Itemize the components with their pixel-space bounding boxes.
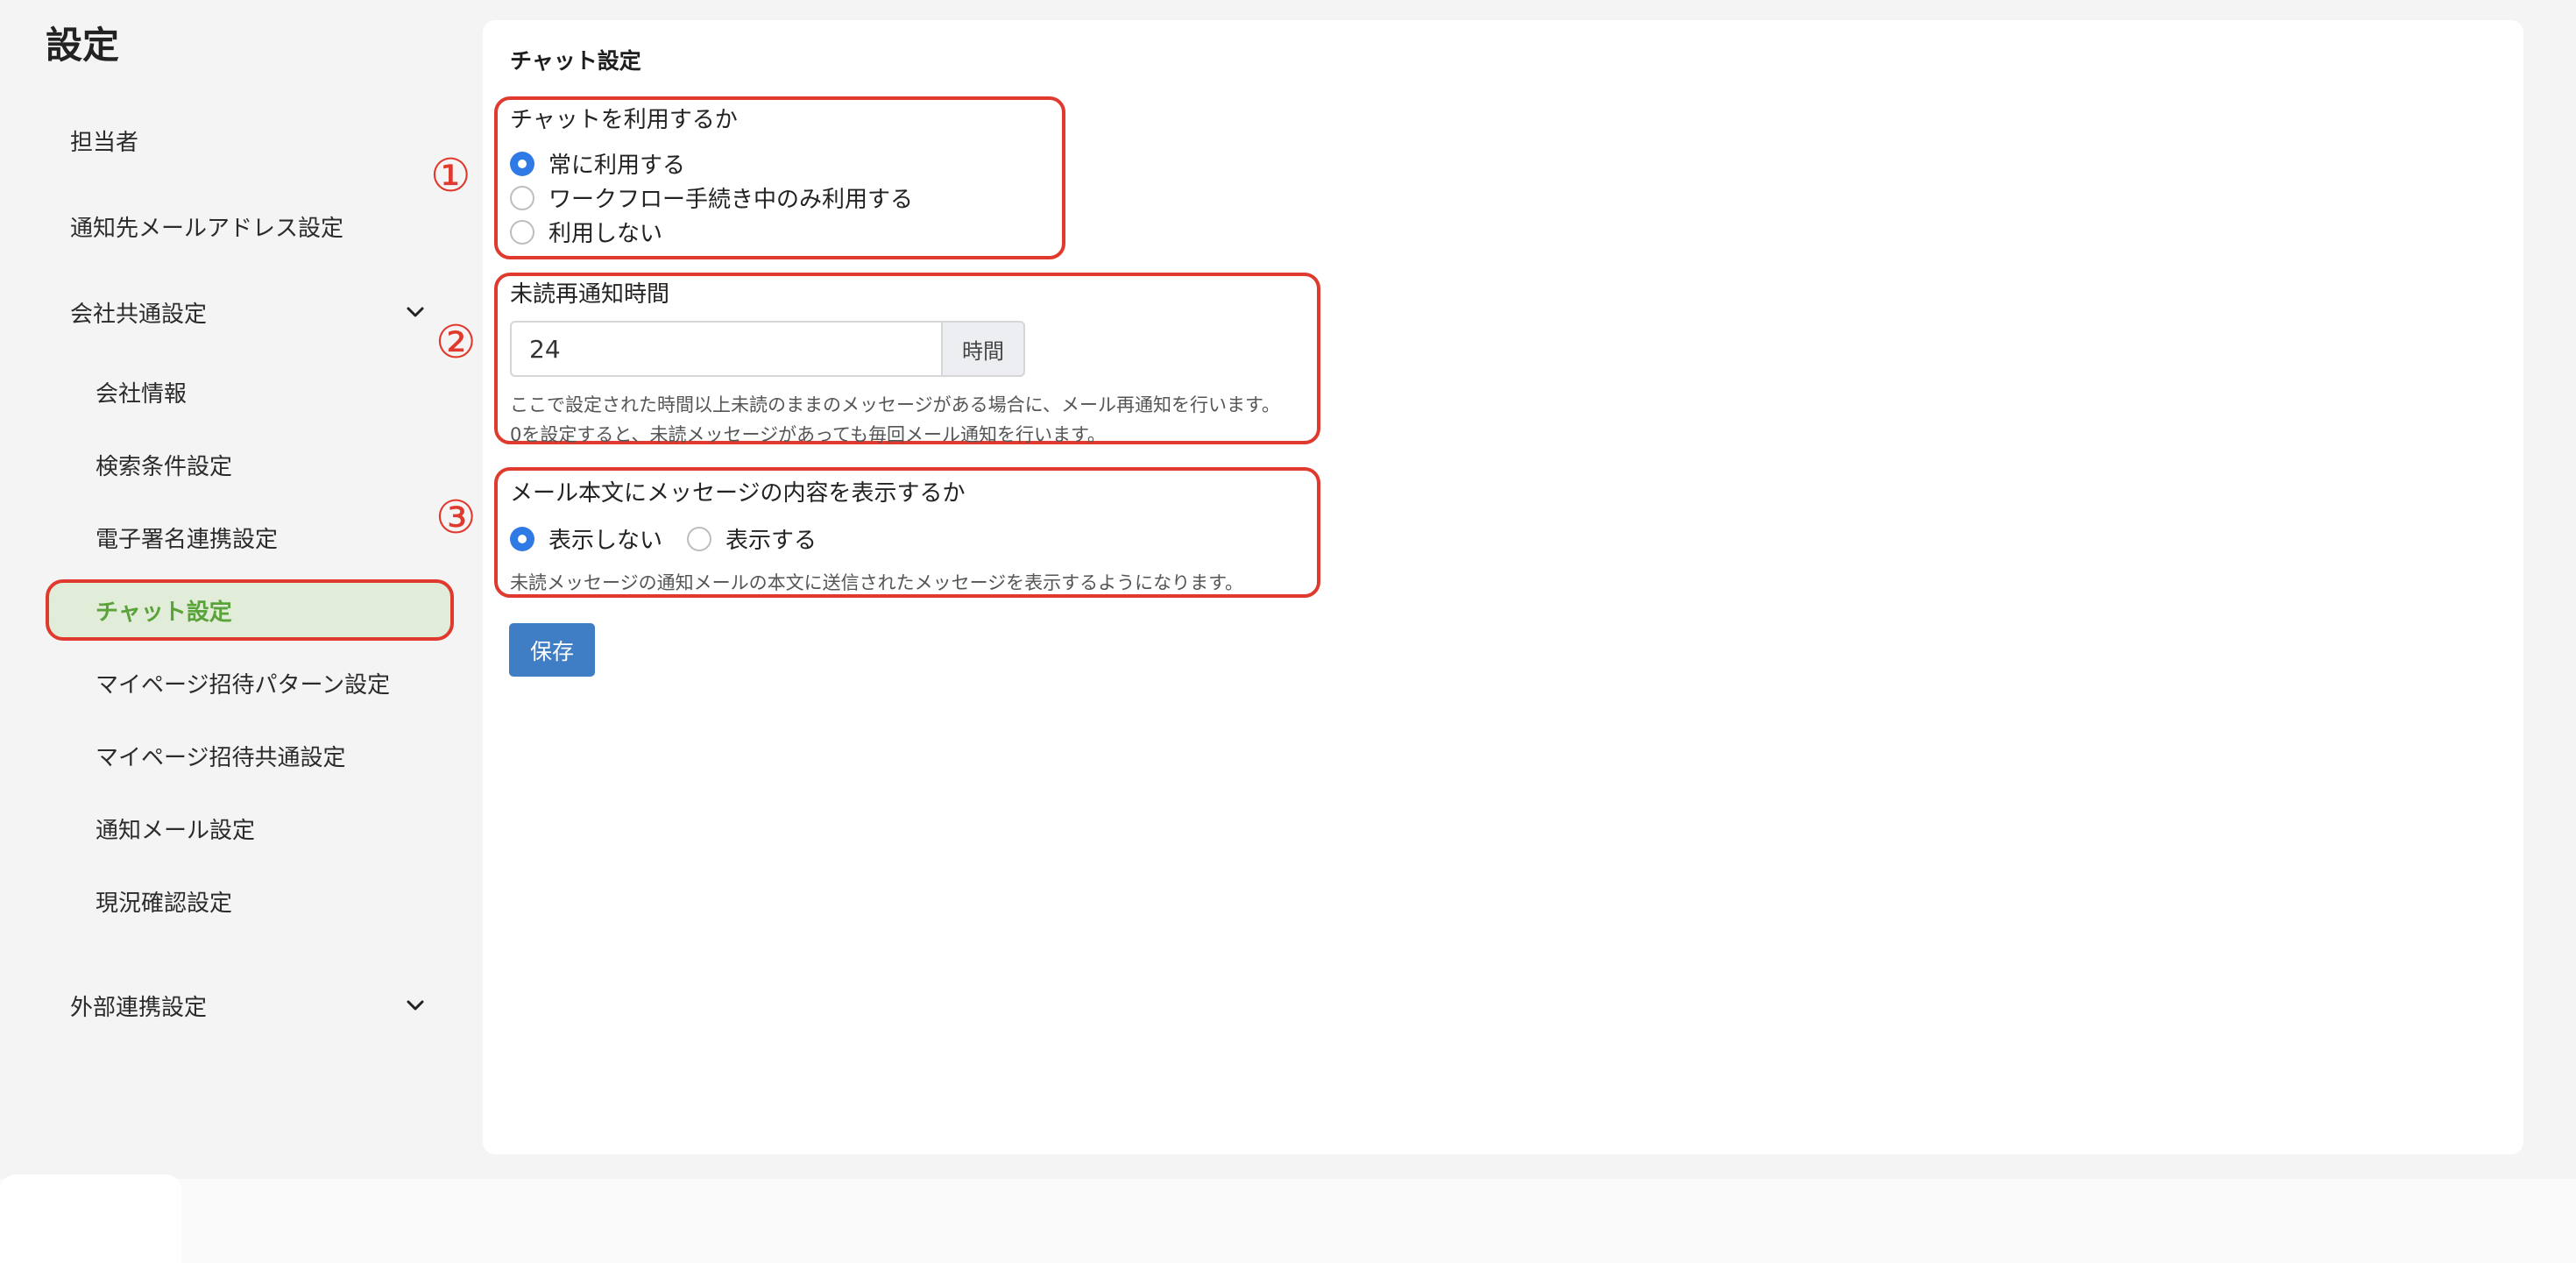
sidebar-item-notification-mail[interactable]: 通知メール設定 [96,812,255,845]
annotation-marker-1: ① [430,150,471,202]
sidebar-item-status-check[interactable]: 現況確認設定 [96,885,232,918]
sidebar-item-e-signature[interactable]: 電子署名連携設定 [96,522,278,554]
sidebar-item-mypage-invite-pattern[interactable]: マイページ招待パターン設定 [96,667,390,699]
renotify-hours-input[interactable]: 24 [510,321,941,377]
use-chat-option-workflow-only[interactable]: ワークフロー手続き中のみ利用する [510,181,913,214]
use-chat-label: チャットを利用するか [510,107,738,133]
annotation-marker-3: ③ [435,492,477,544]
renotify-help-line-1: ここで設定された時間以上未読のままのメッセージがある場合に、メール再通知を行いま… [510,394,1280,415]
sidebar-group-external-integration[interactable]: 外部連携設定 [70,990,207,1022]
show-content-label: メール本文にメッセージの内容を表示するか [510,480,966,507]
save-button[interactable]: 保存 [509,623,595,677]
use-chat-option-always[interactable]: 常に利用する [510,147,685,180]
show-content-help: 未読メッセージの通知メールの本文に送信されたメッセージを表示するようになります。 [510,572,1244,593]
chevron-down-icon[interactable] [403,993,428,1018]
renotify-label: 未読再通知時間 [510,281,670,308]
radio-unchecked-icon[interactable] [687,526,711,551]
sidebar-item-chat-settings[interactable]: チャット設定 [96,594,232,627]
use-chat-option-never[interactable]: 利用しない [510,216,662,248]
sidebar-item-staff[interactable]: 担当者 [70,124,138,157]
radio-checked-icon[interactable] [510,526,534,551]
bottom-card [0,1174,181,1263]
renotify-help-line-2: 0を設定すると、未読メッセージがあっても毎回メール通知を行います。 [510,424,1106,445]
sidebar-group-company-common[interactable]: 会社共通設定 [70,296,207,329]
show-content-option-hide[interactable]: 表示しない [510,522,662,555]
sidebar-item-search-conditions[interactable]: 検索条件設定 [96,449,232,481]
chevron-down-icon[interactable] [403,300,428,324]
sidebar-item-notification-email[interactable]: 通知先メールアドレス設定 [70,210,343,243]
bottom-bar [0,1179,2576,1263]
show-content-option-show[interactable]: 表示する [687,522,817,555]
section-title: チャット設定 [510,48,641,74]
annotation-marker-2: ② [435,316,477,369]
sidebar-item-company-info[interactable]: 会社情報 [96,376,187,408]
sidebar-item-mypage-invite-common[interactable]: マイページ招待共通設定 [96,740,345,772]
radio-unchecked-icon[interactable] [510,185,534,210]
page-title: 設定 [46,24,120,67]
radio-checked-icon[interactable] [510,151,534,176]
radio-unchecked-icon[interactable] [510,219,534,245]
renotify-unit-addon: 時間 [941,321,1025,377]
